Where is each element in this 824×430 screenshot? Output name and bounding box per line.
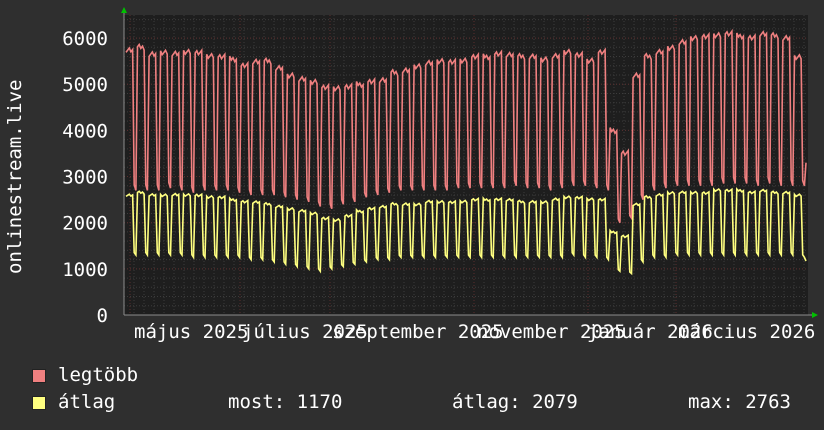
stat-average: átlag: 2079 — [452, 391, 578, 413]
legend: legtöbb átlag most: 1170 átlag: 2079 max… — [32, 362, 791, 416]
x-axis-arrow-icon — [812, 312, 818, 318]
legend-label-max: legtöbb — [58, 364, 139, 386]
legend-row-avg-series: átlag most: 1170 átlag: 2079 max: 2763 — [32, 389, 791, 416]
x-tick-label: május 2025 — [134, 321, 248, 343]
legend-swatch-avg — [32, 395, 46, 410]
x-tick-label: március 2026 — [678, 321, 815, 343]
y-axis-label: onlinestream.live — [4, 79, 26, 274]
y-tick-label: 0 — [97, 305, 108, 327]
chart: 0 1000 2000 3000 4000 5000 6000 május 2025júli… — [62, 7, 818, 343]
y-tick-label: 1000 — [62, 259, 108, 281]
y-tick-labels: 0 1000 2000 3000 4000 5000 6000 — [62, 28, 108, 327]
y-tick-label: 4000 — [62, 120, 108, 142]
y-tick-label: 6000 — [62, 28, 108, 50]
legend-swatch-max — [32, 368, 46, 383]
legend-label-avg: átlag — [58, 391, 116, 413]
y-tick-label: 5000 — [62, 74, 108, 96]
y-tick-label: 2000 — [62, 213, 108, 235]
stat-current: most: 1170 — [228, 391, 343, 413]
legend-row-max-series: legtöbb — [32, 362, 791, 389]
x-tick-labels: május 2025július 2025szeptember 2025nove… — [134, 321, 815, 343]
y-tick-label: 3000 — [62, 167, 108, 189]
y-axis-arrow-icon — [121, 7, 127, 13]
stat-maximum: max: 2763 — [688, 391, 791, 413]
